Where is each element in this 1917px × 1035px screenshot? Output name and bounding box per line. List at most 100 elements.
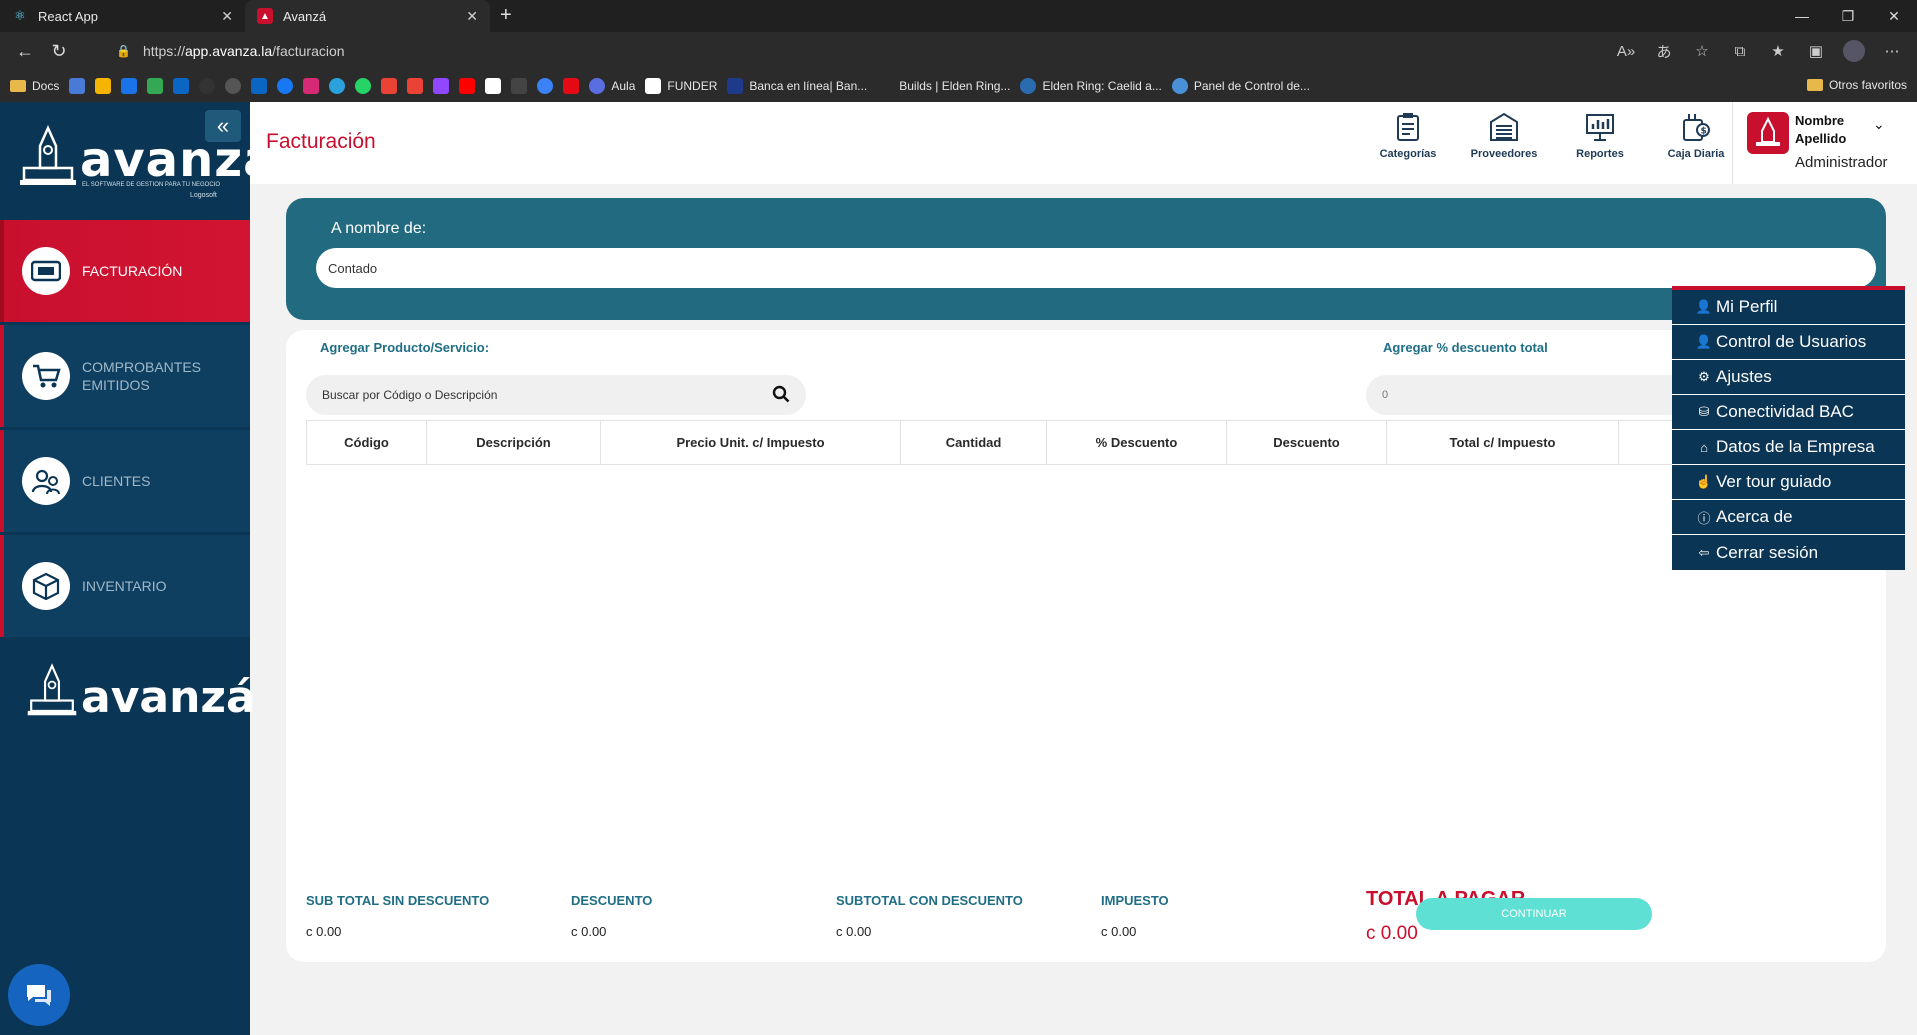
bookmark-icon-2[interactable] — [95, 78, 112, 94]
bank-icon — [727, 78, 744, 94]
bookmark-icon-8[interactable] — [251, 78, 268, 94]
drop-icon — [1020, 78, 1037, 94]
bookmark-banca[interactable]: Banca en línea| Ban... — [727, 78, 867, 94]
url-field[interactable]: 🔒 https://app.avanza.la/facturacion — [116, 36, 1609, 66]
continue-button[interactable]: CONTINUAR — [1416, 898, 1652, 930]
close-icon[interactable]: ✕ — [466, 8, 478, 25]
bookmark-elden[interactable]: Elden Ring: Caelid a... — [1020, 78, 1162, 94]
bookmark-icon-13[interactable] — [381, 78, 398, 94]
menu-item-label: Ajustes — [1716, 367, 1772, 386]
tab-title: Avanzá — [283, 8, 327, 24]
read-aloud-icon[interactable]: A» — [1609, 36, 1643, 66]
favorites-icon[interactable]: ★ — [1761, 36, 1795, 66]
report-icon — [1586, 114, 1614, 141]
add-product-label: Agregar Producto/Servicio: — [320, 340, 490, 355]
bookmark-icon-1[interactable] — [69, 78, 86, 94]
chevron-down-icon[interactable]: ⌄ — [1873, 116, 1885, 133]
user-menu-toggle[interactable]: Nombre Apellido ⌄ Administrador — [1732, 102, 1917, 184]
bookmark-icon-20[interactable] — [563, 78, 580, 94]
other-favorites-label: Otros favoritos — [1828, 78, 1907, 92]
facebook-icon — [277, 78, 294, 94]
browser-tab-react[interactable]: ⚛ React App ✕ — [0, 0, 245, 32]
sidebar-item-inventario[interactable]: INVENTARIO — [0, 535, 250, 637]
bookmark-icon-15[interactable] — [433, 78, 450, 94]
folder-icon — [1806, 79, 1823, 91]
discount-value: 0 — [1382, 389, 1389, 401]
bookmark-icon-12[interactable] — [355, 78, 372, 94]
user-icon: 👤 — [1695, 299, 1713, 314]
bookmark-icon-5[interactable] — [173, 78, 190, 94]
profile-avatar[interactable] — [1843, 40, 1865, 62]
extensions-icon[interactable]: ⧉ — [1723, 36, 1757, 66]
bookmark-icon-19[interactable] — [537, 78, 554, 94]
shortcut-label: Proveedores — [1470, 148, 1538, 160]
sidebar: avanza EL SOFTWARE DE GESTION PARA TU NE… — [0, 102, 276, 1035]
bookmark-icon-6[interactable] — [199, 78, 216, 94]
bookmark-icon-10[interactable] — [303, 78, 320, 94]
search-icon[interactable] — [772, 385, 790, 403]
menu-item-label: Ver tour guiado — [1716, 472, 1832, 491]
subtotal-sin-label: SUB TOTAL SIN DESCUENTO — [306, 893, 490, 908]
bookmark-label: Elden Ring: Caelid a... — [1042, 79, 1162, 93]
back-icon[interactable]: ← — [8, 36, 42, 66]
bookmark-builds[interactable]: Builds | Elden Ring... — [877, 78, 1010, 94]
sidebar-item-clientes[interactable]: CLIENTES — [0, 430, 250, 532]
invoice-icon — [22, 247, 70, 295]
customer-name-input[interactable] — [316, 248, 1876, 288]
sidebar-item-facturacion[interactable]: FACTURACIÓN — [0, 220, 250, 322]
bookmark-icon-11[interactable] — [329, 78, 346, 94]
menu-item-mi-perfil[interactable]: 👤 Mi Perfil — [1672, 290, 1905, 325]
shortcut-proveedores[interactable]: Proveedores — [1456, 112, 1552, 160]
menu-item-conectividad-bac[interactable]: ⛁ Conectividad BAC — [1672, 395, 1905, 430]
menu-item-cerrar-sesion[interactable]: ⇦ Cerrar sesión — [1672, 535, 1905, 570]
reload-icon[interactable]: ↻ — [42, 36, 76, 66]
bookmark-icon-18[interactable] — [511, 78, 528, 94]
restore-icon[interactable]: ❐ — [1825, 0, 1871, 32]
bookmark-icon-3[interactable] — [121, 78, 138, 94]
bookmark-icon-9[interactable] — [277, 78, 294, 94]
bookmark-panel[interactable]: Panel de Control de... — [1171, 78, 1310, 94]
translate-icon[interactable]: あ — [1647, 36, 1681, 66]
tour-icon: ☝ — [1695, 474, 1713, 489]
gmail-icon — [381, 78, 398, 94]
shortcut-reportes[interactable]: Reportes — [1552, 112, 1648, 160]
close-icon[interactable]: ✕ — [221, 8, 233, 25]
logo-text: avanza — [80, 132, 277, 188]
menu-item-acerca-de[interactable]: ⓘ Acerca de — [1672, 500, 1905, 535]
menu-item-control-usuarios[interactable]: 👤 Control de Usuarios — [1672, 325, 1905, 360]
bookmark-icon-4[interactable] — [147, 78, 164, 94]
customer-name-label: A nombre de: — [331, 220, 427, 237]
col-total: Total c/ Impuesto — [1386, 420, 1619, 465]
menu-item-ajustes[interactable]: ⚙ Ajustes — [1672, 360, 1905, 395]
shortcut-caja-diaria[interactable]: $ Caja Diaria — [1648, 112, 1744, 160]
bookmark-icon-14[interactable] — [407, 78, 424, 94]
svg-text:$: $ — [1701, 127, 1707, 137]
favorite-add-icon[interactable]: ☆ — [1685, 36, 1719, 66]
bookmark-funder[interactable]: FUNDER — [645, 78, 717, 94]
bookmark-aula[interactable]: Aula — [589, 78, 635, 94]
new-tab-button[interactable]: + — [490, 0, 522, 32]
bookmark-icon-7[interactable] — [225, 78, 242, 94]
chat-button[interactable] — [8, 964, 70, 1026]
other-favorites[interactable]: Otros favoritos — [1806, 78, 1907, 92]
descuento-value: c 0.00 — [571, 924, 607, 939]
collections-icon[interactable]: ▣ — [1799, 36, 1833, 66]
close-window-icon[interactable]: ✕ — [1871, 0, 1917, 32]
menu-item-datos-empresa[interactable]: ⌂ Datos de la Empresa — [1672, 430, 1905, 465]
product-search-input[interactable]: Buscar por Código o Descripción — [306, 375, 806, 415]
browser-tab-avanza[interactable]: ▲ Avanzá ✕ — [245, 0, 490, 32]
url-host: app.avanza.la — [184, 43, 273, 59]
bookmark-icon-16[interactable] — [459, 78, 476, 94]
youtube-icon — [459, 78, 476, 94]
bookmark-docs[interactable]: Docs — [10, 79, 59, 93]
collapse-sidebar-button[interactable]: « — [205, 110, 241, 142]
shortcut-bar: Categorías Proveedores Reportes $ Caja D… — [1360, 112, 1744, 160]
bookmark-icon-17[interactable] — [485, 78, 502, 94]
minimize-icon[interactable]: — — [1779, 0, 1825, 32]
sidebar-item-comprobantes[interactable]: COMPROBANTES EMITIDOS — [0, 325, 250, 427]
menu-icon[interactable]: ⋯ — [1875, 36, 1909, 66]
shortcut-categorias[interactable]: Categorías — [1360, 112, 1456, 160]
invoice-card: Agregar Producto/Servicio: Agregar % des… — [286, 330, 1886, 962]
menu-item-tour-guiado[interactable]: ☝ Ver tour guiado — [1672, 465, 1905, 500]
bookmarks-bar: Docs Aula FUNDER Banca en línea| Ban... … — [0, 70, 1917, 102]
